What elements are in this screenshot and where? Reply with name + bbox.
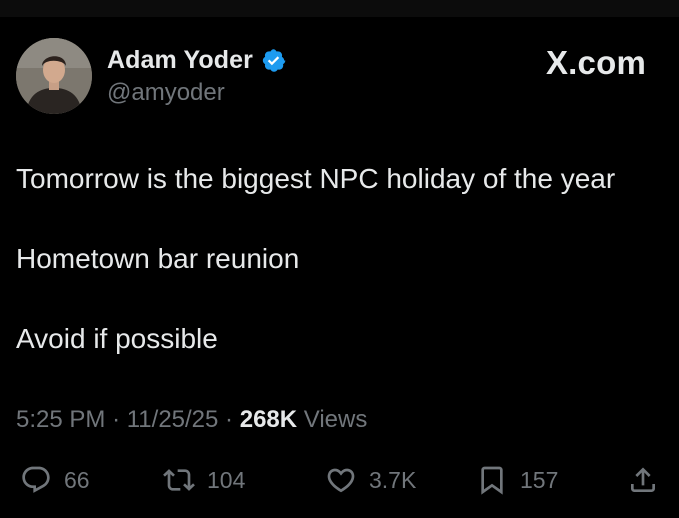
post-text-line-2: Hometown bar reunion bbox=[16, 243, 300, 274]
views-count: 268K bbox=[239, 406, 298, 433]
reply-icon bbox=[22, 466, 50, 493]
brand-watermark: X.com bbox=[545, 44, 646, 81]
bookmark-icon bbox=[481, 466, 503, 495]
share-button[interactable] bbox=[627, 458, 659, 502]
top-strip bbox=[0, 0, 679, 17]
repost-button[interactable]: 104 bbox=[163, 458, 245, 502]
share-icon bbox=[631, 467, 655, 492]
action-bar: 66 104 3.7K 157 bbox=[0, 458, 679, 502]
post-time[interactable]: 5:25 PM bbox=[16, 406, 105, 433]
reply-count: 66 bbox=[64, 466, 90, 493]
author-handle[interactable]: @amyoder bbox=[107, 79, 225, 107]
bookmark-count: 157 bbox=[520, 466, 559, 493]
post-text-line-3: Avoid if possible bbox=[16, 323, 218, 354]
repost-count: 104 bbox=[207, 466, 246, 493]
avatar[interactable] bbox=[16, 38, 92, 114]
author-name-row: Adam Yoder bbox=[107, 46, 286, 75]
views-label: Views bbox=[303, 406, 368, 433]
like-count: 3.7K bbox=[369, 466, 417, 493]
bookmark-button[interactable]: 157 bbox=[476, 458, 558, 502]
post-text-line-1: Tomorrow is the biggest NPC holiday of t… bbox=[16, 163, 616, 194]
verified-badge-icon[interactable] bbox=[261, 48, 286, 73]
meta-separator: · bbox=[225, 406, 234, 433]
post-meta: 5:25 PM · 11/25/25 · 268K Views bbox=[16, 406, 367, 434]
repost-icon bbox=[163, 469, 195, 491]
like-icon bbox=[327, 468, 355, 493]
meta-separator: · bbox=[112, 406, 121, 433]
reply-button[interactable]: 66 bbox=[20, 458, 90, 502]
post-date[interactable]: 11/25/25 bbox=[127, 406, 219, 433]
author-display-name[interactable]: Adam Yoder bbox=[107, 46, 253, 75]
avatar-photo bbox=[16, 38, 92, 114]
like-button[interactable]: 3.7K bbox=[325, 458, 416, 502]
